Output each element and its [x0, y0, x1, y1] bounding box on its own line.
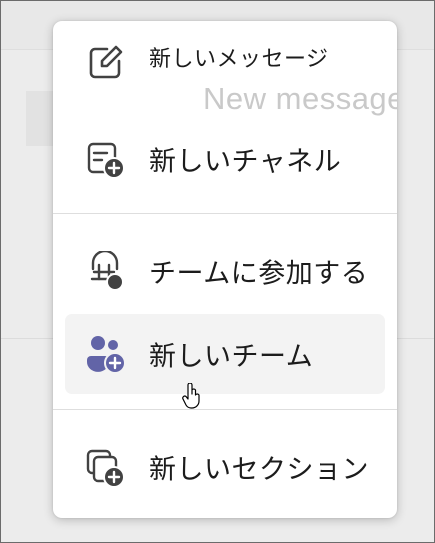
menu-item-label: 新しいチーム	[149, 341, 314, 373]
menu-item-label: 新しいチャネル	[149, 146, 342, 178]
hand-cursor-icon	[182, 382, 202, 409]
join-team-icon	[85, 249, 125, 291]
add-channel-icon	[85, 139, 125, 179]
menu-item-label: チームに参加する	[149, 258, 369, 290]
new-item-menu: New message 新しいメッセージ 新しいチャネル チームに参加する 新し…	[53, 21, 397, 518]
menu-separator	[53, 409, 397, 410]
background-sidebar-fragment	[26, 91, 56, 146]
compose-icon	[85, 43, 125, 83]
menu-item-new-message[interactable]: 新しいメッセージ	[65, 23, 385, 103]
people-add-icon	[85, 334, 126, 374]
menu-item-join-team[interactable]: チームに参加する	[65, 231, 385, 311]
menu-item-label: 新しいセクション	[149, 454, 369, 486]
menu-item-label: 新しいメッセージ	[149, 46, 329, 72]
menu-item-new-section[interactable]: 新しいセクション	[65, 427, 385, 507]
menu-item-new-channel[interactable]: 新しいチャネル	[65, 119, 385, 199]
screenshot-frame: New message 新しいメッセージ 新しいチャネル チームに参加する 新し…	[0, 0, 435, 543]
menu-item-new-team[interactable]: 新しいチーム	[65, 314, 385, 394]
add-section-icon	[85, 447, 125, 488]
menu-separator	[53, 213, 397, 214]
